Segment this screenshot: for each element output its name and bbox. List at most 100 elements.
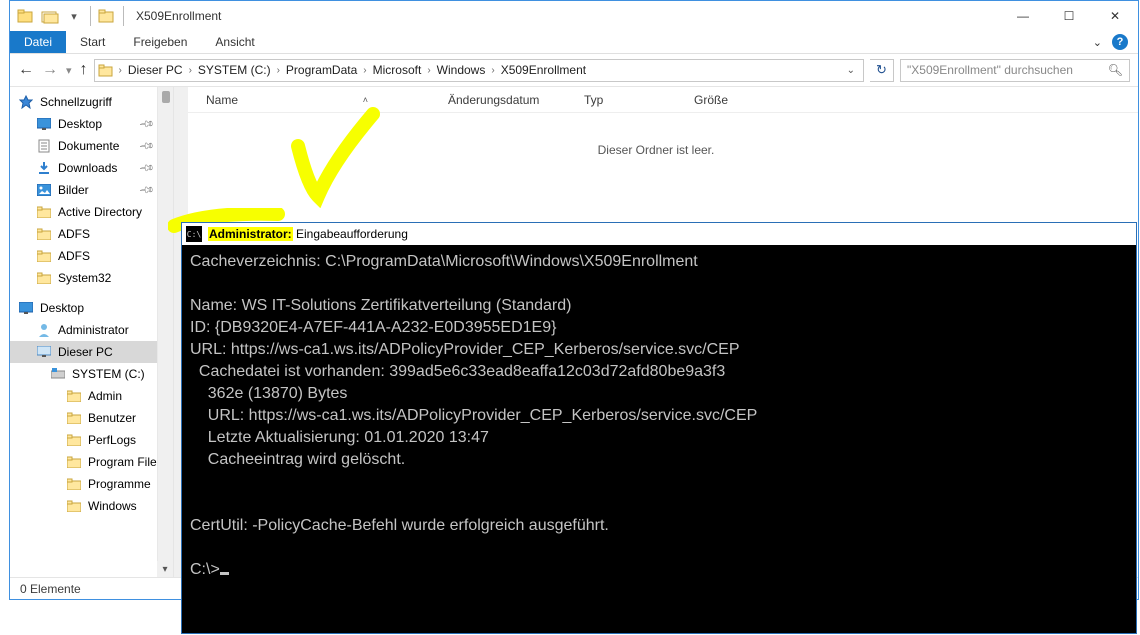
search-input[interactable]: "X509Enrollment" durchsuchen 🔍︎ xyxy=(900,59,1130,82)
tree-label: Dieser PC xyxy=(58,345,113,359)
tree-scroll-thumb[interactable] xyxy=(162,91,170,103)
desktop-icon xyxy=(18,300,34,316)
column-label: Name xyxy=(206,93,238,107)
tree-quick-access[interactable]: Schnellzugriff xyxy=(10,91,173,113)
breadcrumb-bar[interactable]: › Dieser PC › SYSTEM (C:) › ProgramData … xyxy=(94,59,864,82)
tree-desktop-root[interactable]: Desktop xyxy=(10,297,173,319)
folder-icon xyxy=(66,410,82,426)
tree-folder-program-files[interactable]: Program Files xyxy=(10,451,173,473)
cmd-title-rest: Eingabeaufforderung xyxy=(293,227,408,241)
tree-label: Downloads xyxy=(58,161,117,175)
tree-folder-admin[interactable]: Admin xyxy=(10,385,173,407)
drive-icon xyxy=(50,366,66,382)
pin-icon: 📌︎ xyxy=(138,138,155,155)
refresh-button[interactable]: ↻ xyxy=(870,59,894,82)
column-name[interactable]: Name ˄ xyxy=(196,93,438,107)
tree-adfs[interactable]: ADFS xyxy=(10,223,173,245)
folder-props-icon[interactable] xyxy=(16,6,36,26)
folder-icon xyxy=(36,204,52,220)
breadcrumb-sep[interactable]: › xyxy=(117,65,124,76)
menu-view[interactable]: Ansicht xyxy=(201,31,268,53)
nav-up-icon[interactable]: ↑ xyxy=(80,61,88,79)
close-button[interactable]: ✕ xyxy=(1092,1,1138,31)
folder-icon xyxy=(97,6,117,26)
tree-scroll-down-icon[interactable]: ▾ xyxy=(157,561,173,577)
tree-desktop[interactable]: Desktop 📌︎ xyxy=(10,113,173,135)
menu-share[interactable]: Freigeben xyxy=(119,31,201,53)
this-pc-icon xyxy=(36,344,52,360)
cmd-window: C:\ Administrator: Eingabeaufforderung C… xyxy=(181,222,1137,634)
tree-this-pc[interactable]: Dieser PC xyxy=(10,341,173,363)
breadcrumb[interactable]: ProgramData xyxy=(282,63,361,77)
search-icon[interactable]: 🔍︎ xyxy=(1108,63,1123,77)
tree-downloads[interactable]: Downloads 📌︎ xyxy=(10,157,173,179)
tree-label: Dokumente xyxy=(58,139,119,153)
breadcrumb-folder-icon[interactable] xyxy=(97,61,115,79)
tree-administrator[interactable]: Administrator xyxy=(10,319,173,341)
tree-label: Active Directory xyxy=(58,205,142,219)
folder-icon xyxy=(66,476,82,492)
tree-label: PerfLogs xyxy=(88,433,136,447)
tree-folder-perflogs[interactable]: PerfLogs xyxy=(10,429,173,451)
breadcrumb-sep[interactable]: › xyxy=(187,65,194,76)
breadcrumb-sep[interactable]: › xyxy=(275,65,282,76)
nav-recent-icon[interactable]: ▾ xyxy=(66,64,72,77)
tree-label: Schnellzugriff xyxy=(40,95,112,109)
nav-arrows: ← → ▾ ↑ xyxy=(18,61,88,79)
cmd-lines: Cacheverzeichnis: C:\ProgramData\Microso… xyxy=(190,253,757,578)
menu-file[interactable]: Datei xyxy=(10,31,66,53)
breadcrumb[interactable]: Dieser PC xyxy=(124,63,187,77)
nav-forward-icon[interactable]: → xyxy=(42,61,58,79)
download-icon xyxy=(36,160,52,176)
pin-icon: 📌︎ xyxy=(138,116,155,133)
tree-pictures[interactable]: Bilder 📌︎ xyxy=(10,179,173,201)
tree-drive-c[interactable]: SYSTEM (C:) xyxy=(10,363,173,385)
window-controls: — ☐ ✕ xyxy=(1000,1,1138,31)
breadcrumb[interactable]: SYSTEM (C:) xyxy=(194,63,275,77)
tree-label: Desktop xyxy=(58,117,102,131)
breadcrumb-sep[interactable]: › xyxy=(489,65,496,76)
qat-dropdown-icon[interactable]: ▾ xyxy=(64,6,84,26)
tree-folder-programs[interactable]: Programme xyxy=(10,473,173,495)
open-folder-icon[interactable] xyxy=(40,6,60,26)
minimize-button[interactable]: — xyxy=(1000,1,1046,31)
window-title: X509Enrollment xyxy=(136,9,221,23)
tree-documents[interactable]: Dokumente 📌︎ xyxy=(10,135,173,157)
column-size[interactable]: Größe xyxy=(684,93,774,107)
maximize-button[interactable]: ☐ xyxy=(1046,1,1092,31)
tree-label: Programme xyxy=(88,477,151,491)
tree-adfs[interactable]: ADFS xyxy=(10,245,173,267)
cmd-titlebar[interactable]: C:\ Administrator: Eingabeaufforderung xyxy=(182,223,1136,245)
column-headers: Name ˄ Änderungsdatum Typ Größe xyxy=(174,87,1138,113)
tree-label: Benutzer xyxy=(88,411,136,425)
help-icon[interactable]: ? xyxy=(1112,34,1128,50)
tree-folder-users[interactable]: Benutzer xyxy=(10,407,173,429)
column-type[interactable]: Typ xyxy=(574,93,684,107)
navigation-tree[interactable]: ▾ Schnellzugriff Desktop 📌︎ Dokumente 📌︎… xyxy=(10,87,174,577)
user-icon xyxy=(36,322,52,338)
breadcrumb[interactable]: Microsoft xyxy=(369,63,426,77)
breadcrumb-sep[interactable]: › xyxy=(361,65,368,76)
tree-label: System32 xyxy=(58,271,111,285)
breadcrumb[interactable]: Windows xyxy=(433,63,490,77)
tree-scrollbar[interactable]: ▾ xyxy=(157,87,173,577)
tree-active-directory[interactable]: Active Directory xyxy=(10,201,173,223)
tree-system32[interactable]: System32 xyxy=(10,267,173,289)
document-icon xyxy=(36,138,52,154)
ribbon-expand-icon[interactable]: ⌄ xyxy=(1093,36,1102,49)
column-date[interactable]: Änderungsdatum xyxy=(438,93,574,107)
folder-icon xyxy=(66,454,82,470)
breadcrumb-sep[interactable]: › xyxy=(425,65,432,76)
tree-folder-windows[interactable]: Windows xyxy=(10,495,173,517)
breadcrumb-history-icon[interactable]: ⌄ xyxy=(839,65,863,76)
qat: ▾ X509Enrollment xyxy=(10,6,221,26)
breadcrumb[interactable]: X509Enrollment xyxy=(497,63,590,77)
menu-start[interactable]: Start xyxy=(66,31,119,53)
cmd-output[interactable]: Cacheverzeichnis: C:\ProgramData\Microso… xyxy=(182,245,1136,587)
ribbon-right: ⌄ ? xyxy=(1093,31,1138,53)
cmd-icon: C:\ xyxy=(186,226,202,242)
nav-back-icon[interactable]: ← xyxy=(18,61,34,79)
tree-label: Program Files xyxy=(88,455,163,469)
nav-row: ← → ▾ ↑ › Dieser PC › SYSTEM (C:) › Prog… xyxy=(10,54,1138,87)
qat-divider xyxy=(90,6,91,26)
